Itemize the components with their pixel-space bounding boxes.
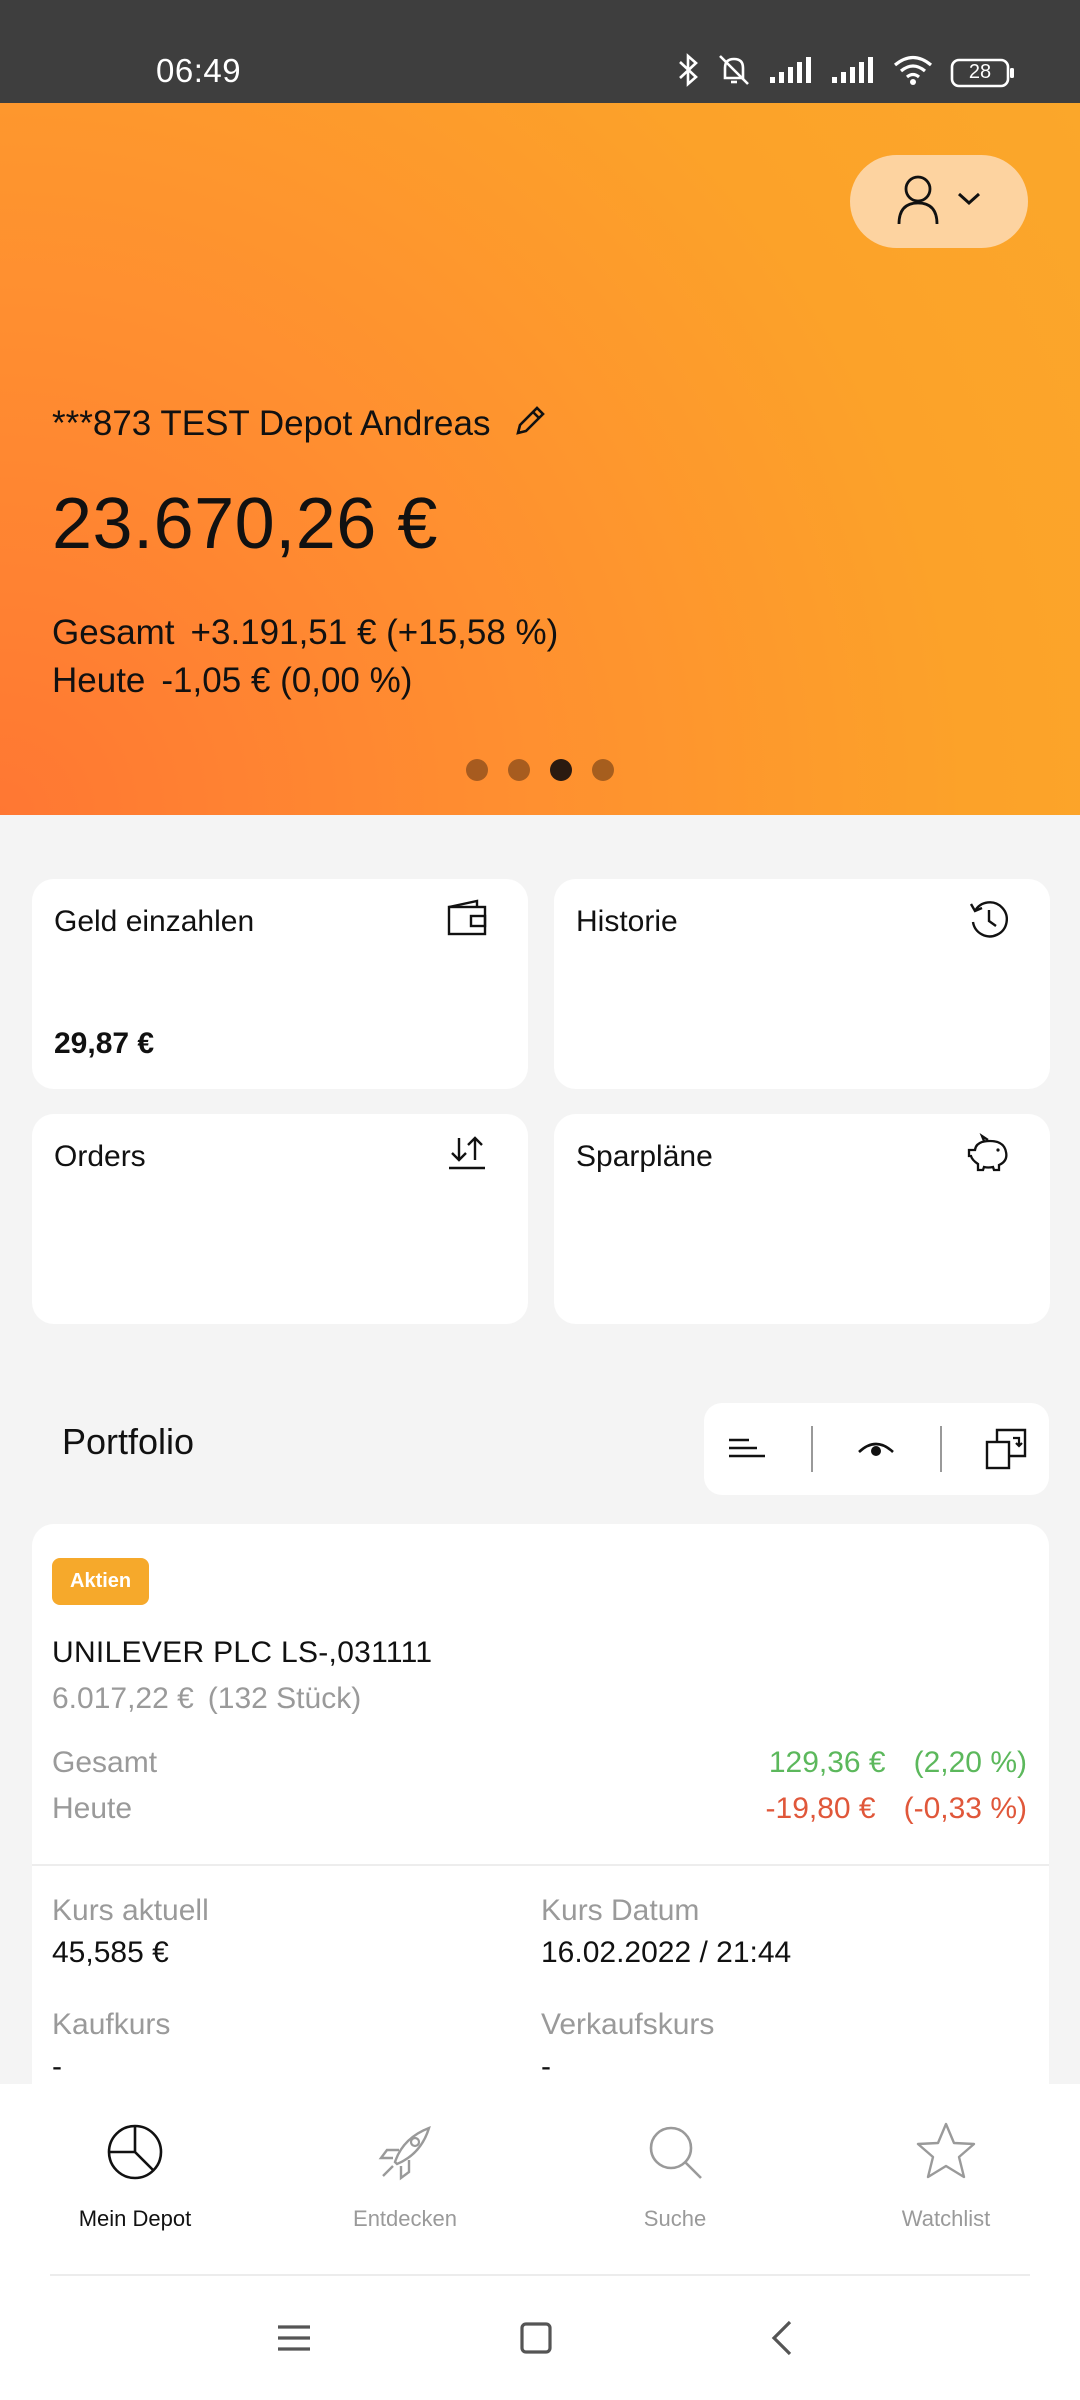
battery-level: 28 (968, 60, 992, 83)
nav-label: Mein Depot (78, 2206, 192, 2231)
switch-view-icon[interactable] (983, 1426, 1029, 1472)
nav-watchlist[interactable]: Watchlist (846, 2120, 1046, 2232)
wallet-icon (444, 897, 490, 943)
portfolio-toolbar (704, 1403, 1049, 1495)
tile-label: Sparpläne (576, 1140, 713, 1173)
sort-icon[interactable] (724, 1426, 770, 1472)
hero-heute-label: Heute (52, 661, 146, 700)
nav-mein-depot[interactable]: Mein Depot (35, 2120, 235, 2232)
tile-geld-einzahlen[interactable]: Geld einzahlen 29,87 € (32, 879, 528, 1089)
hero-heute-row: Heute -1,05 € (0,00 %) (52, 661, 412, 701)
tile-orders[interactable]: Orders (32, 1114, 528, 1324)
home-icon[interactable] (514, 2316, 558, 2360)
position-gesamt-pct: (2,20 %) (913, 1746, 1027, 1779)
kaufkurs: Kaufkurs - (52, 2008, 170, 2084)
nav-suche[interactable]: Suche (575, 2120, 775, 2232)
carousel-dot[interactable] (592, 759, 614, 781)
bottom-navigation: Mein Depot Entdecken Suche Watchlist (0, 2084, 1080, 2276)
position-gesamt-row: Gesamt 129,36 € (2,20 %) (52, 1746, 1027, 1780)
position-heute-pct: (-0,33 %) (903, 1792, 1027, 1825)
history-icon (966, 897, 1012, 943)
carousel-dot-active[interactable] (550, 759, 572, 781)
system-navigation (0, 2276, 1080, 2400)
depot-total-value: 23.670,26 € (52, 484, 438, 564)
status-time: 06:49 (156, 52, 242, 89)
card-divider (32, 1864, 1049, 1866)
portfolio-title: Portfolio (62, 1421, 195, 1462)
status-icons: 28 (676, 52, 1016, 93)
edit-pencil-icon[interactable] (512, 403, 548, 444)
profile-menu-button[interactable] (850, 155, 1028, 248)
tile-label: Orders (54, 1140, 146, 1173)
nav-entdecken[interactable]: Entdecken (305, 2120, 505, 2232)
pie-chart-icon (103, 2120, 167, 2184)
kurs-aktuell-value: 45,585 € (52, 1936, 169, 1969)
position-gesamt-abs: 129,36 € (768, 1746, 886, 1779)
position-value: 6.017,22 € (52, 1682, 194, 1715)
kaufkurs-label: Kaufkurs (52, 2008, 171, 2041)
hero-gesamt-label: Gesamt (52, 613, 175, 652)
position-subline: 6.017,22 € (132 Stück) (52, 1682, 361, 1716)
depot-hero[interactable]: ***873 TEST Depot Andreas 23.670,26 € Ge… (0, 103, 1080, 815)
kaufkurs-value: - (52, 2050, 62, 2083)
wifi-icon (892, 54, 934, 91)
status-bar: 06:49 28 (0, 0, 1080, 103)
depot-name: ***873 TEST Depot Andreas (52, 403, 491, 443)
kurs-aktuell-label: Kurs aktuell (52, 1894, 209, 1927)
position-card[interactable]: Aktien UNILEVER PLC LS-,031111 6.017,22 … (32, 1524, 1049, 2084)
back-icon[interactable] (762, 2316, 806, 2360)
position-quantity: (132 Stück) (207, 1682, 362, 1715)
toolbar-divider (810, 1426, 813, 1472)
eye-icon[interactable] (853, 1426, 899, 1472)
search-icon (643, 2120, 707, 2184)
carousel-dot[interactable] (466, 759, 488, 781)
battery-icon: 28 (950, 58, 1016, 88)
kurs-datum-value: 16.02.2022 / 21:44 (541, 1936, 792, 1969)
tile-label: Geld einzahlen (54, 905, 255, 938)
nav-label: Entdecken (353, 2206, 457, 2231)
user-icon (896, 172, 940, 231)
tile-sparplaene[interactable]: Sparpläne (554, 1114, 1050, 1324)
toolbar-divider (940, 1426, 943, 1472)
position-heute-label: Heute (52, 1792, 133, 1825)
tile-historie[interactable]: Historie (554, 879, 1050, 1089)
bluetooth-icon (676, 53, 700, 92)
menu-icon[interactable] (272, 2316, 316, 2360)
bell-muted-icon (716, 52, 752, 93)
hero-gesamt-value: +3.191,51 € (+15,58 %) (190, 613, 559, 652)
piggy-bank-icon (966, 1132, 1012, 1178)
tile-value: 29,87 € (54, 1027, 155, 1060)
hero-gesamt-row: Gesamt +3.191,51 € (+15,58 %) (52, 613, 558, 653)
verkaufskurs: Verkaufskurs - (541, 2008, 714, 2084)
carousel-indicator[interactable] (0, 759, 1080, 781)
verkaufskurs-label: Verkaufskurs (541, 2008, 715, 2041)
tile-label: Historie (576, 905, 678, 938)
position-heute-row: Heute -19,80 € (-0,33 %) (52, 1792, 1027, 1826)
hero-heute-value: -1,05 € (0,00 %) (161, 661, 413, 700)
carousel-dot[interactable] (508, 759, 530, 781)
signal-icon-2 (830, 55, 876, 90)
kurs-datum: Kurs Datum 16.02.2022 / 21:44 (541, 1894, 791, 1970)
transfer-icon (444, 1132, 490, 1178)
kurs-datum-label: Kurs Datum (541, 1894, 700, 1927)
position-name: UNILEVER PLC LS-,031111 (52, 1636, 433, 1669)
nav-label: Watchlist (901, 2206, 991, 2231)
nav-label: Suche (643, 2206, 707, 2231)
verkaufskurs-value: - (541, 2050, 551, 2083)
star-icon (914, 2120, 978, 2184)
rocket-icon (373, 2120, 437, 2184)
position-heute-abs: -19,80 € (765, 1792, 876, 1825)
signal-icon (768, 55, 814, 90)
depot-name-row: ***873 TEST Depot Andreas (52, 403, 548, 444)
asset-class-badge: Aktien (52, 1558, 150, 1605)
chevron-down-icon (956, 191, 982, 212)
kurs-aktuell: Kurs aktuell 45,585 € (52, 1894, 209, 1970)
position-gesamt-label: Gesamt (52, 1746, 158, 1779)
